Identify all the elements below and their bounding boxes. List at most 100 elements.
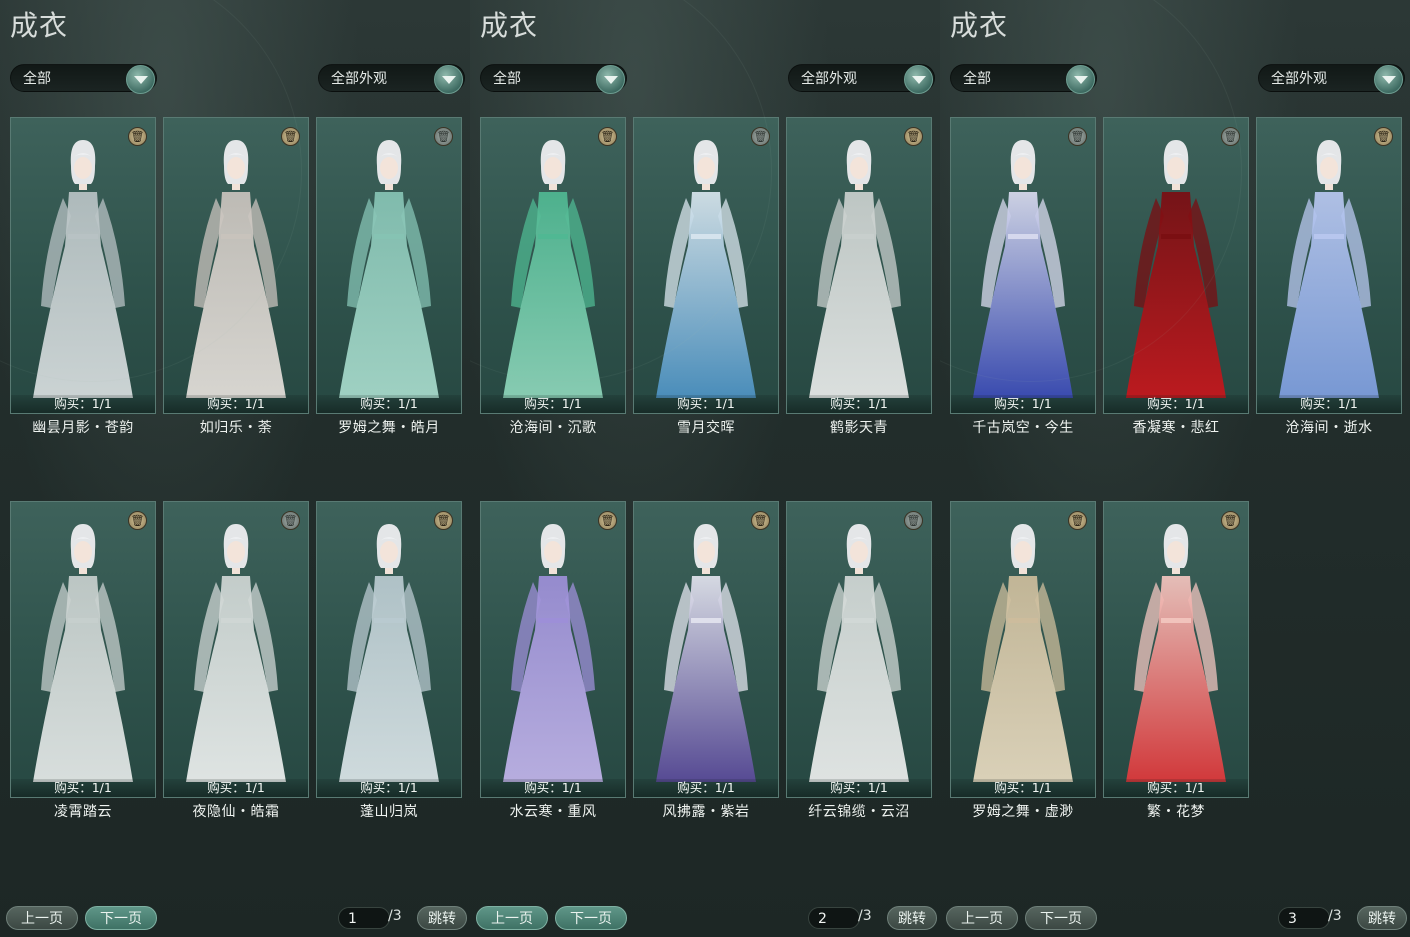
- outfit-card[interactable]: 🗑 购买：1/1: [480, 117, 626, 414]
- appearance-dropdown-value: 全部外观: [1271, 71, 1327, 87]
- outfit-preview: [317, 520, 461, 790]
- jump-button[interactable]: 跳转: [417, 906, 467, 930]
- chevron-down-icon[interactable]: [434, 65, 463, 94]
- outfit-card[interactable]: 🗑 购买：1/1: [786, 501, 932, 798]
- purchase-count: 购买：1/1: [317, 779, 461, 797]
- trash-icon[interactable]: 🗑: [128, 511, 147, 530]
- trash-icon[interactable]: 🗑: [598, 511, 617, 530]
- outfit-name: 风拂露・紫岩: [662, 804, 750, 820]
- purchase-count: 购买：1/1: [1104, 779, 1248, 797]
- next-page-button[interactable]: 下一页: [85, 906, 157, 930]
- outfit-name: 夜隐仙・皓霜: [192, 804, 280, 820]
- category-dropdown-value: 全部: [23, 71, 51, 87]
- outfit-card[interactable]: 🗑 购买：1/1: [163, 117, 309, 414]
- outfit-preview-figure: [33, 524, 133, 782]
- trash-disabled-icon: 🗑: [904, 511, 923, 530]
- trash-disabled-icon: 🗑: [1221, 127, 1240, 146]
- outfit-preview: [11, 520, 155, 790]
- chevron-down-icon[interactable]: [596, 65, 625, 94]
- purchase-count: 购买：1/1: [164, 395, 308, 413]
- purchase-count: 购买：1/1: [164, 779, 308, 797]
- purchase-count: 购买：1/1: [1104, 395, 1248, 413]
- outfit-preview: [481, 520, 625, 790]
- outfit-name: 幽昙月影・苍韵: [32, 420, 134, 436]
- page-total: /3: [858, 908, 872, 924]
- appearance-dropdown[interactable]: 全部外观: [318, 64, 465, 94]
- category-dropdown-value: 全部: [963, 71, 991, 87]
- outfit-preview: [951, 136, 1095, 406]
- panel-title: 成衣: [10, 9, 69, 42]
- wardrobe-panel: 成衣 全部 全部外观 🗑 购买：1/1 千古岚空・今生 🗑 购买：1/1 香凝寒・悲红 🗑 购买：1…: [940, 0, 1410, 937]
- outfit-card[interactable]: 🗑 购买：1/1: [316, 501, 462, 798]
- outfit-card[interactable]: 🗑 购买：1/1: [316, 117, 462, 414]
- chevron-down-icon[interactable]: [126, 65, 155, 94]
- trash-icon[interactable]: 🗑: [598, 127, 617, 146]
- page-number-input[interactable]: 3: [1278, 907, 1330, 929]
- purchase-count: 购买：1/1: [634, 779, 778, 797]
- outfit-preview: [11, 136, 155, 406]
- outfit-preview: [787, 520, 931, 790]
- outfit-name: 沧海间・逝水: [1285, 420, 1373, 436]
- outfit-card[interactable]: 🗑 购买：1/1: [10, 501, 156, 798]
- outfit-card[interactable]: 🗑 购买：1/1: [1103, 117, 1249, 414]
- outfit-preview-figure: [973, 140, 1073, 398]
- trash-icon[interactable]: 🗑: [281, 127, 300, 146]
- purchase-count: 购买：1/1: [787, 779, 931, 797]
- wardrobe-panel: 成衣 全部 全部外观 🗑 购买：1/1 沧海间・沉歌 🗑 购买：1/1 雪月交晖 🗑 购买：1/1 鹤…: [470, 0, 940, 937]
- outfit-name: 纤云锦缆・云沼: [808, 804, 910, 820]
- outfit-preview-figure: [186, 140, 286, 398]
- outfit-card[interactable]: 🗑 购买：1/1: [633, 501, 779, 798]
- next-page-button[interactable]: 下一页: [555, 906, 627, 930]
- next-page-button[interactable]: 下一页: [1025, 906, 1097, 930]
- page-number-input[interactable]: 2: [808, 907, 860, 929]
- prev-page-button[interactable]: 上一页: [946, 906, 1018, 930]
- outfit-preview: [1104, 136, 1248, 406]
- outfit-card[interactable]: 🗑 购买：1/1: [10, 117, 156, 414]
- trash-icon[interactable]: 🗑: [751, 511, 770, 530]
- outfit-preview: [317, 136, 461, 406]
- trash-icon[interactable]: 🗑: [128, 127, 147, 146]
- page-total: /3: [388, 908, 402, 924]
- outfit-preview-figure: [809, 524, 909, 782]
- outfit-preview-figure: [1279, 140, 1379, 398]
- outfit-card[interactable]: 🗑 购买：1/1: [950, 117, 1096, 414]
- outfit-preview-figure: [503, 140, 603, 398]
- outfit-preview-figure: [339, 140, 439, 398]
- trash-disabled-icon: 🗑: [751, 127, 770, 146]
- chevron-down-icon[interactable]: [1066, 65, 1095, 94]
- outfit-name: 蓬山归岚: [360, 804, 418, 820]
- outfit-preview-figure: [656, 140, 756, 398]
- page-number-input[interactable]: 1: [338, 907, 390, 929]
- jump-button[interactable]: 跳转: [887, 906, 937, 930]
- outfit-card[interactable]: 🗑 购买：1/1: [1103, 501, 1249, 798]
- outfit-preview-figure: [339, 524, 439, 782]
- category-dropdown[interactable]: 全部: [10, 64, 157, 94]
- outfit-card[interactable]: 🗑 购买：1/1: [163, 501, 309, 798]
- prev-page-button[interactable]: 上一页: [476, 906, 548, 930]
- page-total: /3: [1328, 908, 1342, 924]
- appearance-dropdown[interactable]: 全部外观: [788, 64, 935, 94]
- appearance-dropdown[interactable]: 全部外观: [1258, 64, 1405, 94]
- jump-button[interactable]: 跳转: [1357, 906, 1407, 930]
- outfit-preview: [634, 520, 778, 790]
- prev-page-button[interactable]: 上一页: [6, 906, 78, 930]
- outfit-card[interactable]: 🗑 购买：1/1: [1256, 117, 1402, 414]
- trash-icon[interactable]: 🗑: [1221, 511, 1240, 530]
- chevron-down-icon[interactable]: [904, 65, 933, 94]
- outfit-card[interactable]: 🗑 购买：1/1: [950, 501, 1096, 798]
- trash-icon[interactable]: 🗑: [1374, 127, 1393, 146]
- category-dropdown[interactable]: 全部: [480, 64, 627, 94]
- trash-icon[interactable]: 🗑: [434, 511, 453, 530]
- outfit-card[interactable]: 🗑 购买：1/1: [786, 117, 932, 414]
- trash-icon[interactable]: 🗑: [1068, 511, 1087, 530]
- category-dropdown[interactable]: 全部: [950, 64, 1097, 94]
- outfit-preview-figure: [503, 524, 603, 782]
- outfit-card[interactable]: 🗑 购买：1/1: [633, 117, 779, 414]
- trash-icon[interactable]: 🗑: [904, 127, 923, 146]
- outfit-preview: [951, 520, 1095, 790]
- outfit-preview: [634, 136, 778, 406]
- outfit-preview: [164, 520, 308, 790]
- chevron-down-icon[interactable]: [1374, 65, 1403, 94]
- purchase-count: 购买：1/1: [634, 395, 778, 413]
- outfit-card[interactable]: 🗑 购买：1/1: [480, 501, 626, 798]
